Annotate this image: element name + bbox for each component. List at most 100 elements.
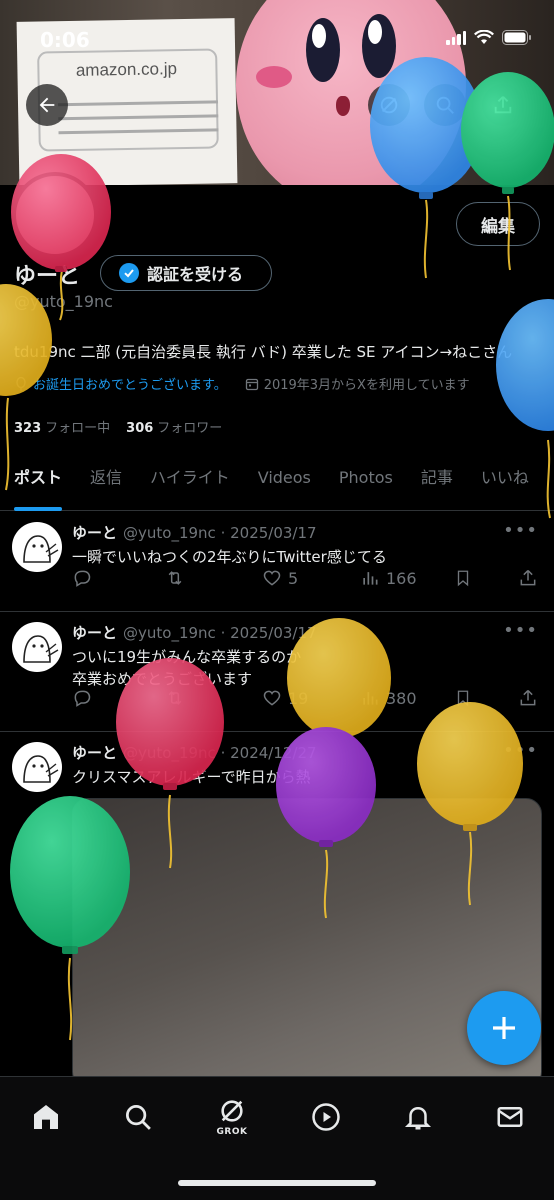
post-more-button[interactable]: ••• [503, 620, 538, 641]
retweet-icon [168, 571, 182, 585]
post-header: ゆーと @yuto_19nc · 2025/03/17 [72, 622, 317, 643]
paper-logo: amazon.co.jp [75, 59, 178, 80]
nav-grok[interactable]: GROK [210, 1095, 254, 1139]
plush-mouth [336, 96, 350, 116]
post-author-name[interactable]: ゆーと [72, 624, 117, 642]
reply-button[interactable] [72, 568, 92, 588]
bookmark-button[interactable] [454, 568, 472, 588]
status-icons [446, 30, 532, 45]
followers-count: 306 [126, 421, 154, 436]
following-label: フォロー中 [45, 421, 111, 436]
compose-button[interactable] [467, 991, 541, 1065]
tab-replies[interactable]: 返信 [76, 455, 136, 511]
search-icon [126, 1105, 151, 1130]
like-button[interactable]: 5 [262, 568, 298, 588]
share-post-button[interactable] [518, 688, 538, 708]
post-more-button[interactable]: ••• [503, 520, 538, 541]
bookmark-button[interactable] [454, 688, 472, 708]
search-icon [436, 96, 454, 114]
post-author-name[interactable]: ゆーと [72, 524, 117, 542]
follow-stats: 323 フォロー中 306 フォロワー [14, 417, 222, 436]
get-verified-button[interactable]: 認証を受ける [100, 255, 272, 291]
heart-icon [263, 690, 281, 706]
home-indicator [178, 1180, 376, 1186]
grok-icon [221, 1100, 243, 1122]
tab-likes[interactable]: いいね [467, 455, 543, 511]
plush-blush [256, 66, 292, 88]
profile-meta: お誕生日おめでとうございます。 2019年3月からXを利用しています [14, 374, 470, 393]
post-more-button[interactable]: ••• [503, 740, 538, 761]
mail-icon [497, 1107, 523, 1127]
bell-icon [404, 1106, 432, 1130]
post-item[interactable]: ゆーと @yuto_19nc · 2025/03/17 ••• ついに19生がみん… [0, 612, 554, 732]
tab-highlights[interactable]: ハイライト [136, 455, 244, 511]
wifi-icon [474, 30, 494, 44]
reply-icon [74, 570, 91, 587]
profile-tabs: ポスト 返信 ハイライト Videos Photos 記事 いいね [0, 455, 554, 511]
profile-name: ゆーと [14, 264, 81, 289]
tab-posts[interactable]: ポスト [0, 455, 76, 511]
share-post-button[interactable] [518, 568, 538, 588]
tab-photos[interactable]: Photos [325, 455, 407, 511]
plus-icon [493, 1017, 515, 1039]
post-meta: @yuto_19nc · 2025/03/17 [123, 624, 317, 642]
grok-label: GROK [216, 1127, 248, 1137]
followers-label: フォロワー [157, 421, 223, 436]
post-text-line: 一瞬でいいねつくの2年ぶりにTwitter感じてる [72, 548, 387, 566]
like-count: 19 [288, 688, 309, 708]
followers-link[interactable]: 306 フォロワー [126, 417, 222, 436]
joined-text: 2019年3月からXを利用しています [263, 378, 470, 393]
profile-bio: tdu19nc 二部 (元自治委員長 執行 バド) 卒業した SE アイコン→ね… [14, 343, 513, 361]
nav-notifications[interactable] [396, 1095, 440, 1139]
post-text: ついに19生がみんな卒業するのか 卒業おめでとうございます [72, 646, 301, 690]
post-text-line: クリスマスアレルギーで昨日から熱 [72, 768, 311, 786]
birthday-text[interactable]: お誕生日おめでとうございます。 [33, 374, 227, 393]
status-time: 0:06 [40, 28, 90, 52]
like-count: 5 [288, 568, 299, 588]
like-button[interactable]: 19 [262, 688, 308, 708]
balloon-icon [16, 376, 26, 391]
post-text: 一瞬でいいねつくの2年ぶりにTwitter感じてる [72, 546, 387, 568]
following-count: 323 [14, 421, 42, 436]
repost-button[interactable] [164, 568, 186, 588]
following-link[interactable]: 323 フォロー中 [14, 417, 110, 436]
joined-item: 2019年3月からXを利用しています [245, 374, 470, 393]
reply-icon [74, 690, 91, 707]
back-button[interactable] [26, 84, 68, 126]
balloon-blue [496, 299, 554, 431]
post-avatar[interactable] [12, 622, 62, 672]
grok-button[interactable] [368, 84, 410, 126]
birthday-item[interactable]: お誕生日おめでとうございます。 [14, 374, 227, 393]
post-avatar[interactable] [12, 742, 62, 792]
post-item[interactable]: ゆーと @yuto_19nc · 2025/03/17 ••• 一瞬でいいねつくの… [0, 512, 554, 612]
share-profile-button[interactable] [482, 84, 524, 126]
edit-profile-button[interactable]: 編集 [456, 202, 540, 246]
nav-messages[interactable] [488, 1095, 532, 1139]
nav-search[interactable] [116, 1095, 160, 1139]
post-avatar[interactable] [12, 522, 62, 572]
views-button[interactable]: 166 [360, 568, 417, 588]
tab-articles[interactable]: 記事 [407, 455, 467, 511]
post-meta: @yuto_19nc · 2025/03/17 [123, 524, 317, 542]
grok-icon [380, 96, 398, 114]
views-icon [363, 692, 378, 705]
repost-button[interactable] [164, 688, 186, 708]
bookmark-icon [457, 690, 469, 707]
plush-eye [362, 14, 396, 78]
views-button[interactable]: 380 [360, 688, 417, 708]
reply-button[interactable] [72, 688, 92, 708]
post-author-name[interactable]: ゆーと [72, 744, 117, 762]
verified-badge-icon [119, 263, 139, 283]
nav-home[interactable] [24, 1095, 68, 1139]
nav-video[interactable] [304, 1095, 348, 1139]
post-header: ゆーと @yuto_19nc · 2025/03/17 [72, 522, 317, 543]
play-icon [312, 1103, 340, 1131]
search-button[interactable] [424, 84, 466, 126]
post-header: ゆーと @yuto_19nc · 2024/12/27 [72, 742, 317, 763]
post-meta: @yuto_19nc · 2024/12/27 [123, 744, 317, 762]
tab-videos[interactable]: Videos [244, 455, 325, 511]
retweet-icon [168, 691, 182, 705]
profile-avatar[interactable] [12, 172, 98, 258]
views-count: 166 [386, 568, 417, 588]
heart-icon [263, 570, 281, 586]
